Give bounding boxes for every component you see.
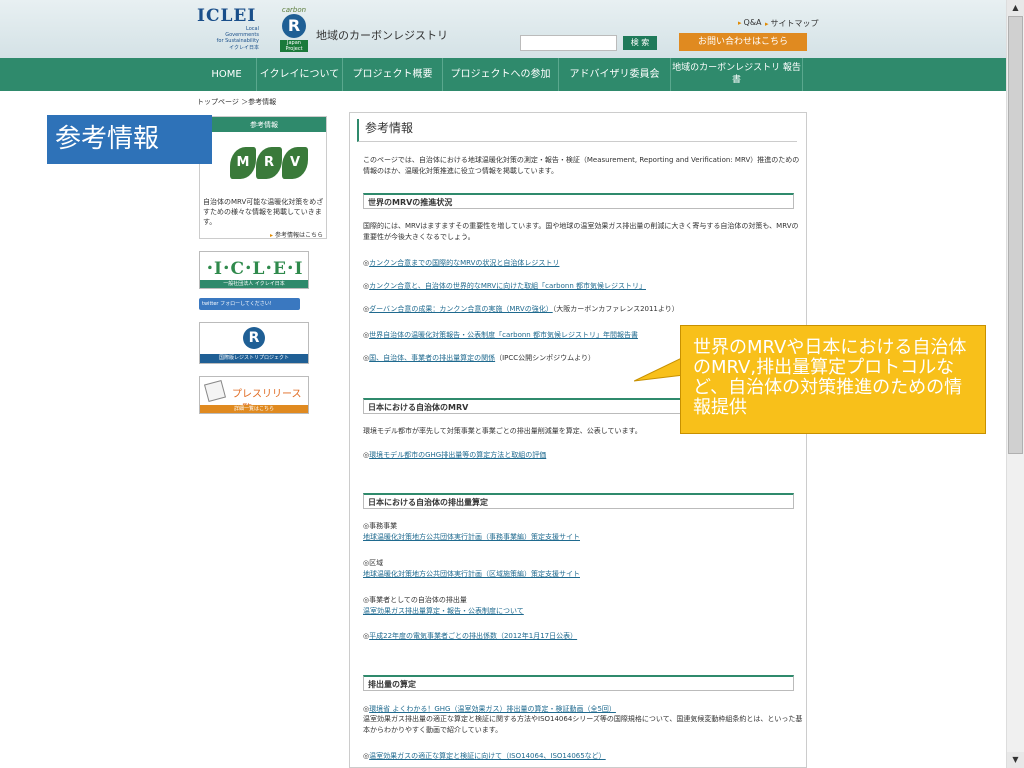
reference-link-suffix: （IPCC公開シンポジウムより） (495, 354, 596, 362)
vertical-scrollbar[interactable]: ▲ ▼ (1006, 0, 1024, 768)
reference-link[interactable]: ◎ダーバン合意の成果：カンクン合意の実施（MRVの強化）（大阪カーボンカファレン… (363, 304, 679, 314)
callout-tail (634, 356, 684, 382)
section-text: 温室効果ガス排出量の適正な算定と検証に関する方法やISO14064シリーズ等の国… (363, 715, 803, 734)
reference-link-label: カンクン合意と、自治体の世界的なMRVに向けた取組「carbonn 都市気候レジ… (369, 282, 646, 290)
registry-banner[interactable]: R 国際版レジストリプロジェクト (199, 322, 309, 364)
nav-item-advisory[interactable]: アドバイザリ委員会 (559, 58, 671, 91)
iclei-banner[interactable]: ･I･C･L･E･I 一般社団法人 イクレイ日本 (199, 251, 309, 289)
sidebar-box-head: 参考情報 (200, 117, 326, 132)
nav-item-report[interactable]: 地域のカーボンレジストリ 報告書 (671, 58, 803, 91)
iclei-logo[interactable]: ICLEI Local Governments for Sustainabili… (197, 6, 275, 56)
reference-link-suffix: （大阪カーボンカファレンス2011より） (552, 305, 679, 313)
breadcrumb[interactable]: トップページ ＞参考情報 (197, 97, 276, 107)
search-button[interactable]: 検 索 (623, 36, 657, 50)
reference-link[interactable]: ◎環境モデル都市のGHG排出量等の算定方法と取組の評価 (363, 450, 546, 460)
nav-item-home[interactable]: HOME (197, 58, 257, 91)
reference-link-label: 温室効果ガス排出量算定・報告・公表制度について (363, 607, 524, 615)
scroll-down-arrow-icon[interactable]: ▼ (1007, 752, 1024, 768)
press-release-banner[interactable]: プレスリリース一覧 詳細一覧はこちら (199, 376, 309, 415)
qa-link-label: Q&A (743, 18, 762, 27)
sidebar-box-link-label: 参考情報はこちら (274, 232, 323, 239)
reference-link-label: 国、自治体、事業者の排出量算定の関係 (369, 354, 496, 362)
reference-link-label: 環境モデル都市のGHG排出量等の算定方法と取組の評価 (369, 451, 547, 459)
reference-link-label: 地球温暖化対策地方公共団体実行計画（区域施策編）策定支援サイト (363, 570, 580, 578)
registry-r-icon: R (282, 14, 306, 38)
reference-link-label: 地球温暖化対策地方公共団体実行計画（事務事業編）策定支援サイト (363, 533, 580, 541)
item-label: ◎事務事業 (363, 522, 398, 530)
nav-item-about[interactable]: イクレイについて (257, 58, 343, 91)
arrow-right-icon: ▸ (270, 232, 274, 239)
sidebar-box-link[interactable]: ▸ 参考情報はこちら (270, 230, 323, 239)
reference-link-label: ダーバン合意の成果：カンクン合意の実施（MRVの強化） (369, 305, 553, 313)
section-heading: 日本における自治体の排出量算定 (363, 493, 794, 509)
sitemap-link[interactable]: ▸ サイトマップ (765, 18, 819, 29)
section-text: 環境モデル都市が率先して対策事業と事業ごとの排出量削減量を算定、公表しています。 (363, 427, 642, 435)
iclei-banner-sub: 一般社団法人 イクレイ日本 (200, 280, 308, 288)
reference-link[interactable]: ◎カンクン合意までの国際的なMRVの状況と自治体レジストリ (363, 258, 559, 268)
reference-link-label: 温室効果ガスの適正な算定と検証に向けて（ISO14064、ISO14065など） (369, 752, 606, 760)
iclei-logo-jp: イクレイ日本 (229, 45, 259, 51)
reference-link[interactable]: ◎環境省 よくわかる！GHG（温室効果ガス）排出量の算定・検証動画（全5回） (363, 704, 616, 714)
site-name[interactable]: 地域のカーボンレジストリ (316, 27, 448, 43)
intro-text: このページでは、自治体における地球温暖化対策の測定・報告・検証（Measurem… (363, 156, 800, 175)
reference-link[interactable]: ◎国、自治体、事業者の排出量算定の関係（IPCC公開シンポジウムより） (363, 353, 595, 363)
reference-link[interactable]: ◎温室効果ガスの適正な算定と検証に向けて（ISO14064、ISO14065など… (363, 751, 606, 761)
reference-link-label: カンクン合意までの国際的なMRVの状況と自治体レジストリ (369, 259, 560, 267)
leaf-m-icon: M (230, 147, 256, 179)
reference-link[interactable]: 地球温暖化対策地方公共団体実行計画（区域施策編）策定支援サイト (363, 569, 580, 579)
reference-link[interactable]: ◎平成22年度の電気事業者ごとの排出係数（2012年1月17日公表） (363, 631, 577, 641)
reference-link[interactable]: ◎カンクン合意と、自治体の世界的なMRVに向けた取組「carbonn 都市気候レ… (363, 281, 646, 291)
leaf-v-icon: V (282, 147, 308, 179)
reference-link-label: 平成22年度の電気事業者ごとの排出係数（2012年1月17日公表） (369, 632, 578, 640)
sitemap-link-label: サイトマップ (770, 19, 819, 28)
page-title: 参考情報 (357, 119, 797, 142)
carbon-registry-logo[interactable]: carbon R Japan Project (280, 6, 308, 52)
iclei-logo-text: ICLEI (197, 6, 257, 26)
section-text: 国際的には、MRVはますますその重要性を増しています。国や地球の温室効果ガス排出… (363, 222, 799, 241)
callout-note: 世界のMRVや日本における自治体のMRV,排出量算定プロトコルなど、自治体の対策… (680, 325, 986, 434)
item-label: ◎区域 (363, 559, 384, 567)
site-header: ICLEI Local Governments for Sustainabili… (0, 0, 1006, 58)
arrow-right-icon: ▸ (738, 19, 742, 27)
reference-info-label: 参考情報 (47, 115, 212, 164)
reference-link[interactable]: ◎世界自治体の温暖化対策報告・公表制度「carbonn 都市気候レジストリ」年間… (363, 330, 638, 340)
arrow-right-icon: ▸ (765, 20, 769, 28)
section-heading: 排出量の算定 (363, 675, 794, 691)
main-nav: HOME イクレイについて プロジェクト概要 プロジェクトへの参加 アドバイザリ… (0, 58, 1006, 91)
twitter-banner[interactable]: twitter フォローしてください! (199, 298, 300, 310)
registry-banner-sub: 国際版レジストリプロジェクト (200, 354, 308, 363)
sidebar-mrv-box[interactable]: 参考情報 M R V 自治体のMRV可能な温暖化対策をめざすための様々な情報を掲… (199, 116, 327, 239)
iclei-banner-title: ･I･C･L･E･I (205, 259, 303, 279)
reference-link[interactable]: 地球温暖化対策地方公共団体実行計画（事務事業編）策定支援サイト (363, 532, 580, 542)
leaf-r-icon: R (256, 147, 282, 179)
item-label: ◎事業者としての自治体の排出量 (363, 596, 467, 604)
main-content: 参考情報 このページでは、自治体における地球温暖化対策の測定・報告・検証（Mea… (349, 112, 807, 768)
carbon-logo-tag: Japan Project (280, 40, 308, 52)
carbon-logo-sup: carbon (281, 6, 307, 14)
contact-button[interactable]: お問い合わせはこちら (679, 33, 807, 51)
nav-item-overview[interactable]: プロジェクト概要 (343, 58, 443, 91)
scrollbar-thumb[interactable] (1008, 16, 1023, 454)
section-heading: 世界のMRVの推進状況 (363, 193, 794, 209)
search-input[interactable] (520, 35, 617, 51)
nav-item-participation[interactable]: プロジェクトへの参加 (443, 58, 559, 91)
reference-link[interactable]: 温室効果ガス排出量算定・報告・公表制度について (363, 606, 524, 616)
reference-link-label: 世界自治体の温暖化対策報告・公表制度「carbonn 都市気候レジストリ」年間報… (369, 331, 638, 339)
scroll-up-arrow-icon[interactable]: ▲ (1007, 0, 1024, 16)
qa-link[interactable]: ▸ Q&A (738, 18, 762, 27)
press-banner-sub: 詳細一覧はこちら (200, 405, 308, 413)
sidebar-box-desc: 自治体のMRV可能な温暖化対策をめざすための様々な情報を掲載していきます。 (203, 198, 324, 226)
registry-r-icon: R (243, 327, 265, 349)
reference-link-label: 環境省 よくわかる！GHG（温室効果ガス）排出量の算定・検証動画（全5回） (369, 705, 616, 713)
